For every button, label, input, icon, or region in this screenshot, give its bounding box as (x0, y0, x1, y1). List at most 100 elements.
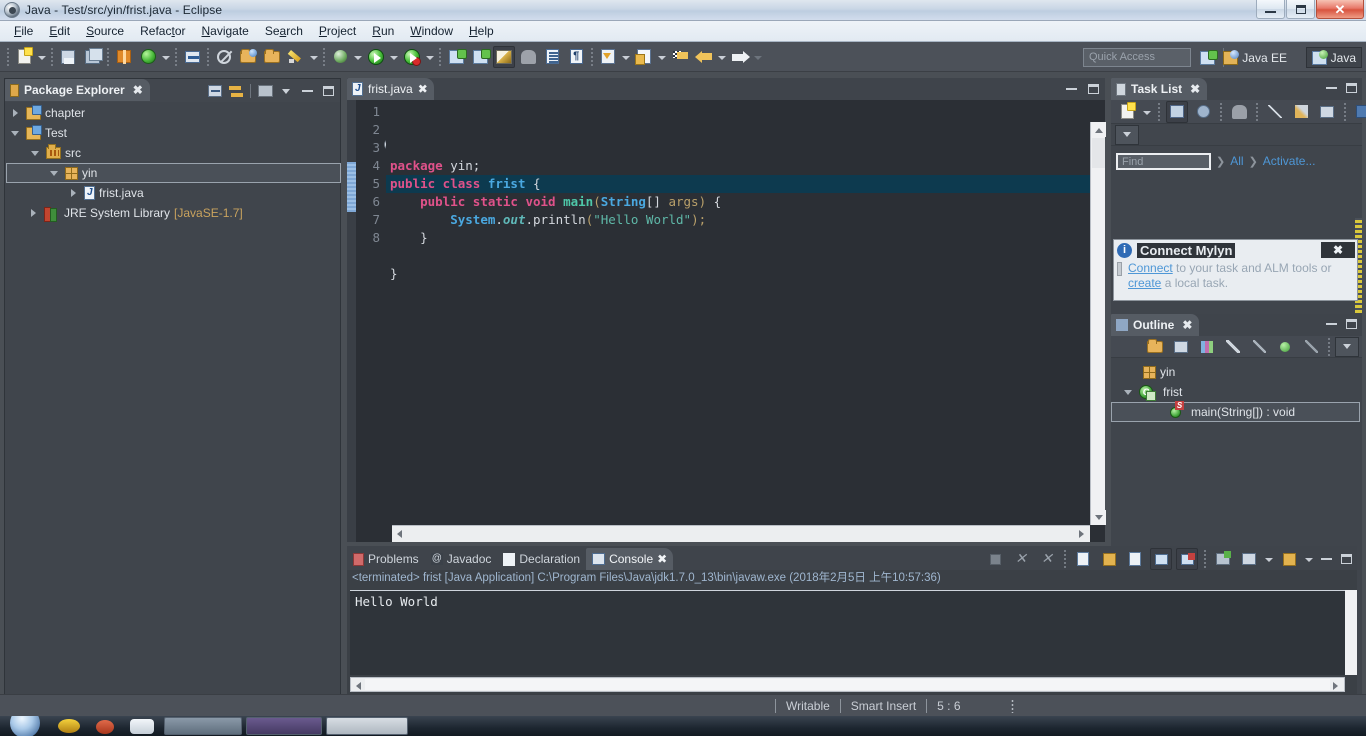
next-annotation-dropdown-icon[interactable] (620, 46, 631, 68)
previous-annotation-dropdown-icon[interactable] (656, 46, 667, 68)
minimize-view-icon[interactable] (1322, 79, 1340, 97)
maximize-editor-icon[interactable] (1084, 80, 1102, 98)
sort-icon[interactable] (1196, 336, 1218, 358)
debug-dropdown-icon[interactable] (352, 46, 363, 68)
editor-tab-close-icon[interactable]: ✖ (418, 82, 428, 96)
collapse-arrow-icon[interactable] (10, 127, 22, 139)
notification-close-icon[interactable]: ✖ (1321, 242, 1355, 258)
source-code-text[interactable]: package yin; public class frist { public … (386, 100, 1105, 542)
package-explorer-tab[interactable]: Package Explorer ✖ (5, 79, 150, 101)
connect-link[interactable]: Connect (1128, 261, 1173, 275)
display-selected-console-icon[interactable] (1176, 548, 1198, 570)
forward-dropdown-icon[interactable] (752, 46, 763, 68)
scroll-thumb[interactable] (1092, 138, 1105, 168)
hide-static-icon[interactable] (1248, 336, 1270, 358)
pin-console-icon[interactable] (1150, 548, 1172, 570)
menu-window[interactable]: Window (402, 22, 461, 40)
open-task-icon[interactable] (261, 46, 283, 68)
code-line[interactable] (390, 247, 1105, 265)
collapse-arrow-icon[interactable] (49, 167, 61, 179)
code-line[interactable] (390, 283, 1105, 301)
tree-item-yin[interactable]: yin (6, 163, 341, 183)
package-explorer-tree[interactable]: chapter Test src yin frist.java (6, 103, 341, 693)
outline-item-main[interactable]: main(String[]) : void (1111, 400, 1360, 422)
task-find-input[interactable]: Find (1116, 152, 1211, 170)
outline-tree[interactable]: yin C frist main(String[]) : void (1111, 358, 1362, 422)
menu-refactor[interactable]: Refactor (132, 22, 193, 40)
toggle-breadcrumb-icon[interactable] (181, 46, 203, 68)
editor-annotation-gutter[interactable] (347, 100, 356, 542)
search-icon[interactable] (517, 46, 539, 68)
perspective-java-ee-button[interactable]: Java EE (1218, 47, 1292, 68)
outline-tab[interactable]: Outline ✖ (1111, 314, 1200, 336)
menu-search[interactable]: Search (257, 22, 311, 40)
code-line[interactable]: } (390, 265, 1105, 283)
tab-console[interactable]: Console ✖ (586, 548, 674, 570)
outline-view-menu-icon[interactable] (1335, 336, 1359, 357)
tab-declaration[interactable]: Declaration (497, 548, 586, 570)
show-console-on-output-icon[interactable] (1124, 548, 1146, 570)
new-task-icon[interactable] (1116, 101, 1138, 123)
minimize-button[interactable] (1256, 0, 1285, 19)
run-last-dropdown-icon[interactable] (424, 46, 435, 68)
new-console-view-icon[interactable] (1238, 548, 1260, 570)
console-dropdown-icon[interactable] (1263, 548, 1274, 570)
collapse-all-icon[interactable] (1264, 101, 1286, 123)
taskbar-quicklaunch-icon[interactable] (52, 717, 88, 735)
task-activate-link[interactable]: Activate... (1263, 154, 1316, 168)
menu-run[interactable]: Run (364, 22, 402, 40)
quick-access-input[interactable]: Quick Access (1083, 48, 1191, 67)
new-java-package-icon[interactable] (469, 46, 491, 68)
last-edit-location-icon[interactable] (669, 46, 691, 68)
task-list-view-menu-icon[interactable] (1115, 124, 1139, 145)
code-line[interactable]: } (390, 229, 1105, 247)
editor-tab-frist-java[interactable]: frist.java ✖ (347, 78, 434, 100)
run-dropdown-icon[interactable] (388, 46, 399, 68)
open-console-icon[interactable] (1212, 548, 1234, 570)
tree-item-jre-system-library[interactable]: JRE System Library [JavaSE-1.7] (6, 203, 339, 223)
menu-help[interactable]: Help (461, 22, 502, 40)
task-filter-all-link[interactable]: All (1230, 154, 1243, 168)
scroll-thumb[interactable] (365, 679, 1330, 690)
minimize-view-icon[interactable] (1317, 550, 1335, 568)
hide-nonpublic-icon[interactable] (1274, 336, 1296, 358)
menu-project[interactable]: Project (311, 22, 364, 40)
outline-item-frist[interactable]: C frist (1111, 382, 1362, 402)
taskbar-quicklaunch-icon[interactable] (124, 717, 160, 735)
close-button[interactable]: ✕ (1316, 0, 1364, 19)
new-wizard-dropdown-icon[interactable] (36, 46, 47, 68)
view-menu-icon[interactable] (277, 82, 295, 100)
editor-vertical-scrollbar[interactable] (1090, 122, 1106, 525)
code-line[interactable]: public class frist { (390, 175, 1105, 193)
task-repositories-icon[interactable] (1352, 101, 1366, 123)
clear-console-icon[interactable] (1072, 548, 1094, 570)
synchronize-changed-icon[interactable] (1290, 101, 1312, 123)
new-wizard-icon[interactable] (13, 46, 35, 68)
run-icon[interactable] (365, 46, 387, 68)
tree-item-src[interactable]: src (6, 143, 339, 163)
menu-file[interactable]: File (6, 22, 41, 40)
tab-problems[interactable]: Problems (347, 548, 425, 570)
code-line[interactable]: public static void main(String[] args) { (390, 193, 1105, 211)
remove-all-terminated-icon[interactable]: ✕ (1036, 548, 1058, 570)
perspective-java-button[interactable]: Java (1305, 47, 1362, 68)
expand-arrow-icon[interactable] (68, 187, 80, 199)
edit-dropdown-icon[interactable] (308, 46, 319, 68)
tree-item-test[interactable]: Test (6, 123, 339, 143)
create-link[interactable]: create (1128, 276, 1161, 290)
tree-item-chapter[interactable]: chapter (6, 103, 339, 123)
remove-launch-icon[interactable]: ✕ (1010, 548, 1032, 570)
menu-navigate[interactable]: Navigate (193, 22, 256, 40)
hide-fields-icon[interactable] (1222, 336, 1244, 358)
tab-javadoc[interactable]: @ Javadoc (425, 548, 498, 570)
collapse-all-icon[interactable] (1170, 336, 1192, 358)
outline-close-icon[interactable]: ✖ (1182, 318, 1192, 332)
new-java-class-icon[interactable] (445, 46, 467, 68)
scroll-left-icon[interactable] (392, 526, 407, 542)
scroll-lock-icon[interactable] (1098, 548, 1120, 570)
menu-source[interactable]: Source (78, 22, 132, 40)
focus-on-active-task-icon[interactable] (1144, 336, 1166, 358)
console-view-menu-icon[interactable] (1278, 548, 1300, 570)
scroll-up-icon[interactable] (1091, 122, 1106, 137)
debug-icon[interactable] (329, 46, 351, 68)
